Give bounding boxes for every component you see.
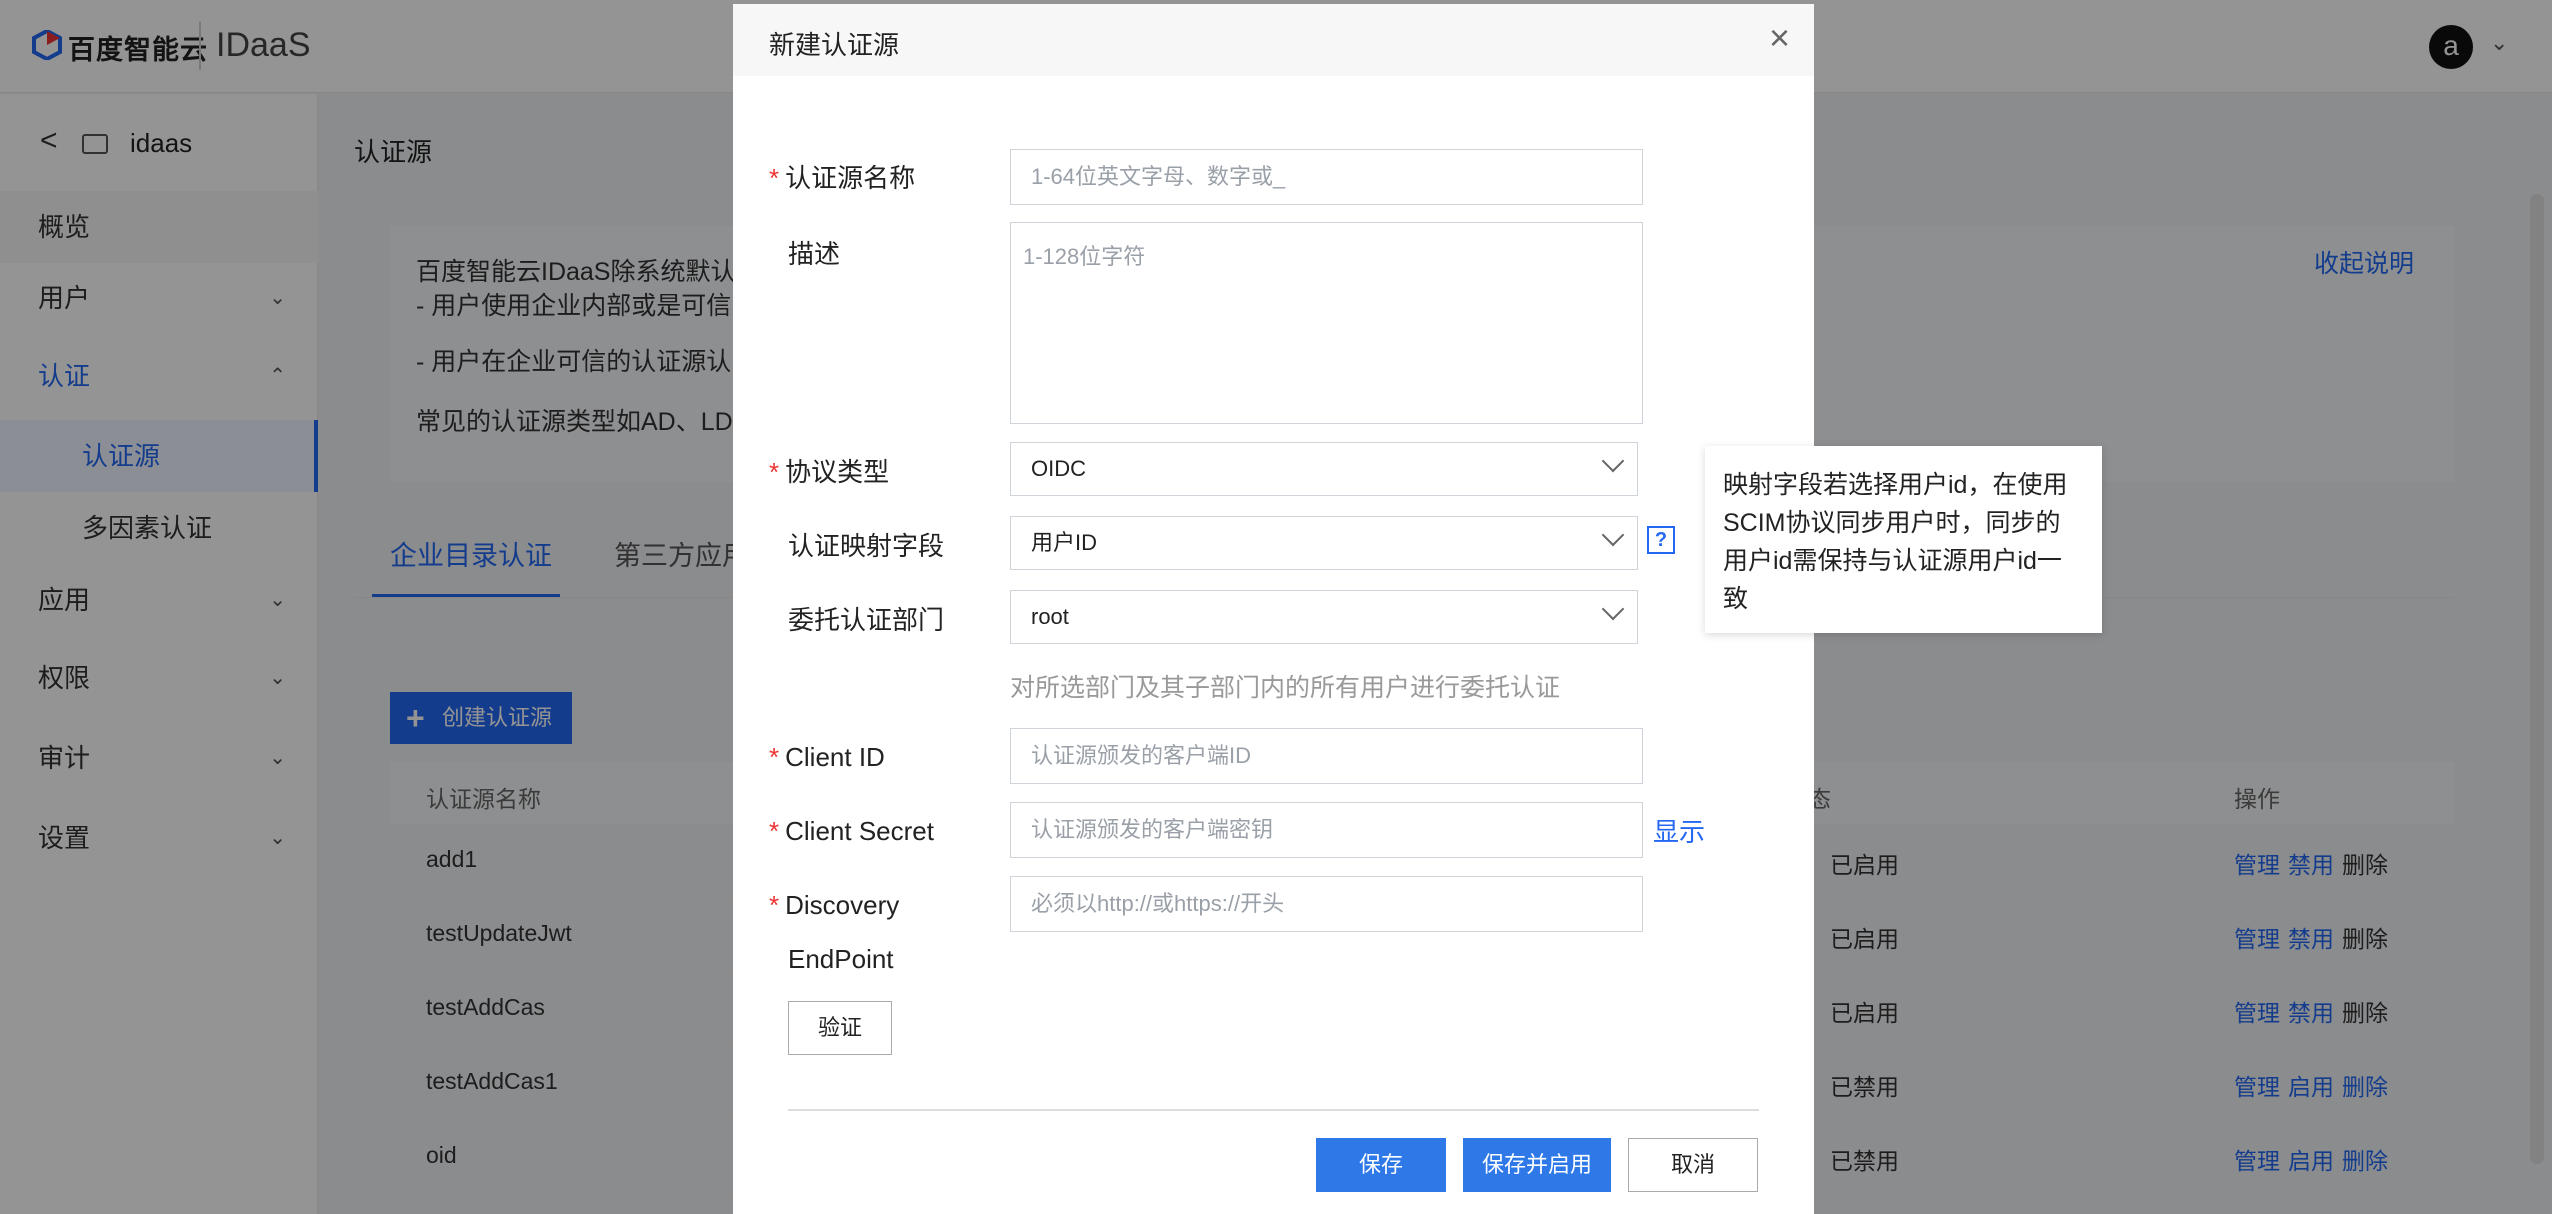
verify-button[interactable]: 验证: [788, 1001, 892, 1055]
cancel-button[interactable]: 取消: [1628, 1138, 1758, 1192]
dialog-footer-divider: [788, 1109, 1759, 1111]
protocol-field-label: * 协议类型: [769, 452, 889, 489]
required-mark: *: [769, 457, 780, 487]
required-mark: *: [769, 816, 780, 846]
auth-source-name-input[interactable]: [1010, 149, 1643, 205]
description-field-label: 描述: [788, 239, 841, 269]
label-text: 认证源名称: [785, 163, 916, 193]
department-select[interactable]: root: [1010, 590, 1638, 644]
save-and-enable-button[interactable]: 保存并启用: [1463, 1138, 1611, 1192]
select-value: root: [1031, 604, 1069, 629]
dialog-title: 新建认证源: [769, 30, 900, 60]
show-secret-link[interactable]: 显示: [1653, 812, 1705, 849]
discovery-field-label-line2: EndPoint: [788, 944, 894, 974]
name-field-label: * 认证源名称: [769, 158, 915, 195]
department-field-label: 委托认证部门: [788, 605, 945, 635]
discovery-field-label: * Discovery: [769, 890, 899, 921]
label-text: Discovery: [785, 890, 900, 920]
save-button[interactable]: 保存: [1316, 1138, 1446, 1192]
select-value: 用户ID: [1031, 530, 1098, 555]
client-id-input[interactable]: [1010, 728, 1643, 784]
client-secret-field-label: * Client Secret: [769, 816, 934, 847]
client-id-field-label: * Client ID: [769, 742, 885, 773]
protocol-select[interactable]: OIDC: [1010, 442, 1638, 496]
label-text: 协议类型: [785, 457, 890, 487]
close-icon[interactable]: ×: [1769, 20, 1790, 56]
department-hint: 对所选部门及其子部门内的所有用户进行委托认证: [1010, 674, 1561, 702]
select-value: OIDC: [1031, 456, 1086, 481]
required-mark: *: [769, 163, 780, 193]
mapping-help-tooltip: 映射字段若选择用户id，在使用SCIM协议同步用户时，同步的用户id需保持与认证…: [1705, 446, 2102, 633]
description-textarea[interactable]: [1010, 222, 1643, 424]
dialog-header: 新建认证源 ×: [733, 4, 1814, 76]
chevron-down-icon: [1601, 597, 1625, 621]
mapping-field-label: 认证映射字段: [788, 531, 945, 561]
help-icon[interactable]: ?: [1647, 526, 1675, 554]
discovery-endpoint-input[interactable]: [1010, 876, 1643, 932]
chevron-down-icon: [1601, 449, 1625, 473]
chevron-down-icon: [1601, 523, 1625, 547]
label-text: Client Secret: [785, 816, 934, 846]
create-auth-source-dialog: 新建认证源 × *认证源名称 描述 *协议类型 OIDC 认证映射字段 用户ID…: [733, 4, 1814, 1214]
required-mark: *: [769, 890, 780, 920]
required-mark: *: [769, 742, 780, 772]
mapping-field-select[interactable]: 用户ID: [1010, 516, 1638, 570]
client-secret-input[interactable]: [1010, 802, 1643, 858]
label-text: Client ID: [785, 742, 885, 772]
